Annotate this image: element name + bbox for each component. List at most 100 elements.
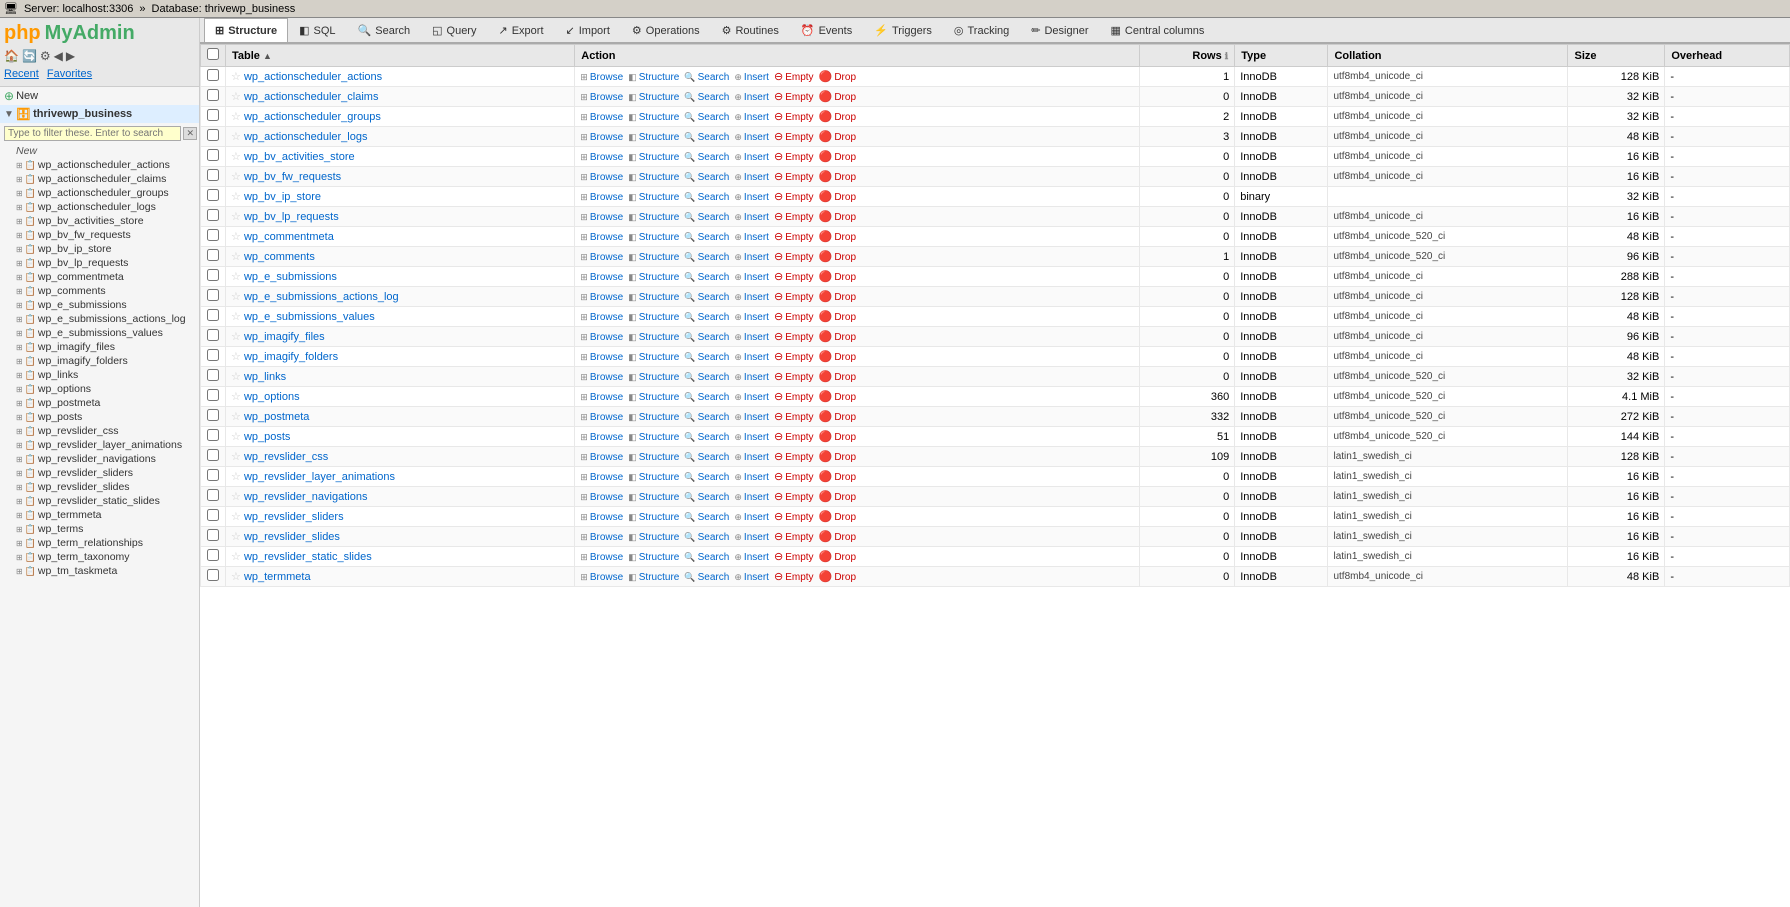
sidebar-table-item[interactable]: ⊞ 📋 wp_e_submissions_values xyxy=(0,326,199,340)
browse-link[interactable]: Browse xyxy=(590,232,623,243)
drop-link[interactable]: Drop xyxy=(834,252,856,263)
row-checkbox-cell[interactable] xyxy=(201,327,226,347)
star-icon[interactable]: ☆ xyxy=(231,231,241,243)
browse-link[interactable]: Browse xyxy=(590,132,623,143)
table-name-link[interactable]: wp_revslider_static_slides xyxy=(244,551,372,563)
table-name-link[interactable]: wp_revslider_css xyxy=(244,451,328,463)
insert-link[interactable]: Insert xyxy=(744,232,769,243)
drop-link[interactable]: Drop xyxy=(834,432,856,443)
sidebar-table-item[interactable]: ⊞ 📋 wp_tm_taskmeta xyxy=(0,564,199,578)
sidebar-table-item[interactable]: ⊞ 📋 wp_comments xyxy=(0,284,199,298)
drop-link[interactable]: Drop xyxy=(834,192,856,203)
reload-icon[interactable]: 🔄 xyxy=(22,49,37,63)
star-icon[interactable]: ☆ xyxy=(231,391,241,403)
table-name-link[interactable]: wp_commentmeta xyxy=(244,231,334,243)
table-name-link[interactable]: wp_bv_fw_requests xyxy=(244,171,341,183)
row-checkbox-cell[interactable] xyxy=(201,307,226,327)
sidebar-table-item[interactable]: ⊞ 📋 wp_term_taxonomy xyxy=(0,550,199,564)
drop-link[interactable]: Drop xyxy=(834,332,856,343)
filter-input[interactable] xyxy=(4,126,181,141)
tab-sql[interactable]: ◧ SQL xyxy=(288,18,346,42)
insert-link[interactable]: Insert xyxy=(744,512,769,523)
sidebar-table-item[interactable]: ⊞ 📋 wp_termmeta xyxy=(0,508,199,522)
search-link[interactable]: Search xyxy=(698,292,730,303)
structure-link[interactable]: Structure xyxy=(639,152,680,163)
search-link[interactable]: Search xyxy=(698,532,730,543)
row-checkbox-cell[interactable] xyxy=(201,447,226,467)
sidebar-table-item[interactable]: ⊞ 📋 wp_revslider_slides xyxy=(0,480,199,494)
browse-link[interactable]: Browse xyxy=(590,272,623,283)
star-icon[interactable]: ☆ xyxy=(231,551,241,563)
search-link[interactable]: Search xyxy=(698,412,730,423)
drop-link[interactable]: Drop xyxy=(834,512,856,523)
browse-link[interactable]: Browse xyxy=(590,112,623,123)
star-icon[interactable]: ☆ xyxy=(231,211,241,223)
tab-import[interactable]: ↙ Import xyxy=(555,18,621,42)
row-checkbox[interactable] xyxy=(207,269,219,281)
search-link[interactable]: Search xyxy=(698,232,730,243)
table-name-link[interactable]: wp_options xyxy=(244,391,300,403)
sidebar-table-item[interactable]: ⊞ 📋 wp_options xyxy=(0,382,199,396)
row-checkbox[interactable] xyxy=(207,289,219,301)
favorites-link[interactable]: Favorites xyxy=(47,68,92,80)
empty-link[interactable]: Empty xyxy=(785,192,813,203)
empty-link[interactable]: Empty xyxy=(785,492,813,503)
sidebar-table-item[interactable]: ⊞ 📋 wp_commentmeta xyxy=(0,270,199,284)
empty-link[interactable]: Empty xyxy=(785,372,813,383)
tab-triggers[interactable]: ⚡ Triggers xyxy=(863,18,943,42)
sidebar-table-item[interactable]: ⊞ 📋 wp_imagify_files xyxy=(0,340,199,354)
drop-link[interactable]: Drop xyxy=(834,372,856,383)
structure-link[interactable]: Structure xyxy=(639,452,680,463)
sidebar-table-item[interactable]: ⊞ 📋 wp_links xyxy=(0,368,199,382)
row-checkbox[interactable] xyxy=(207,369,219,381)
tab-events[interactable]: ⏰ Events xyxy=(790,18,863,42)
empty-link[interactable]: Empty xyxy=(785,272,813,283)
insert-link[interactable]: Insert xyxy=(744,272,769,283)
browse-link[interactable]: Browse xyxy=(590,412,623,423)
search-link[interactable]: Search xyxy=(698,472,730,483)
insert-link[interactable]: Insert xyxy=(744,552,769,563)
row-checkbox[interactable] xyxy=(207,149,219,161)
row-checkbox-cell[interactable] xyxy=(201,287,226,307)
drop-link[interactable]: Drop xyxy=(834,92,856,103)
empty-link[interactable]: Empty xyxy=(785,432,813,443)
star-icon[interactable]: ☆ xyxy=(231,531,241,543)
col-rows-header[interactable]: Rows ℹ xyxy=(1139,45,1234,67)
search-link[interactable]: Search xyxy=(698,512,730,523)
row-checkbox-cell[interactable] xyxy=(201,367,226,387)
table-name-link[interactable]: wp_posts xyxy=(244,431,290,443)
insert-link[interactable]: Insert xyxy=(744,412,769,423)
row-checkbox[interactable] xyxy=(207,209,219,221)
row-checkbox-cell[interactable] xyxy=(201,207,226,227)
structure-link[interactable]: Structure xyxy=(639,532,680,543)
row-checkbox[interactable] xyxy=(207,229,219,241)
structure-link[interactable]: Structure xyxy=(639,552,680,563)
browse-link[interactable]: Browse xyxy=(590,552,623,563)
drop-link[interactable]: Drop xyxy=(834,72,856,83)
insert-link[interactable]: Insert xyxy=(744,112,769,123)
insert-link[interactable]: Insert xyxy=(744,572,769,583)
table-name-link[interactable]: wp_imagify_folders xyxy=(244,351,338,363)
sidebar-table-item[interactable]: ⊞ 📋 wp_revslider_layer_animations xyxy=(0,438,199,452)
insert-link[interactable]: Insert xyxy=(744,432,769,443)
sidebar-table-item[interactable]: ⊞ 📋 wp_bv_activities_store xyxy=(0,214,199,228)
browse-link[interactable]: Browse xyxy=(590,512,623,523)
insert-link[interactable]: Insert xyxy=(744,172,769,183)
star-icon[interactable]: ☆ xyxy=(231,411,241,423)
empty-link[interactable]: Empty xyxy=(785,72,813,83)
browse-link[interactable]: Browse xyxy=(590,332,623,343)
table-name-link[interactable]: wp_links xyxy=(244,371,286,383)
empty-link[interactable]: Empty xyxy=(785,392,813,403)
insert-link[interactable]: Insert xyxy=(744,372,769,383)
browse-link[interactable]: Browse xyxy=(590,212,623,223)
row-checkbox-cell[interactable] xyxy=(201,427,226,447)
star-icon[interactable]: ☆ xyxy=(231,91,241,103)
row-checkbox-cell[interactable] xyxy=(201,347,226,367)
insert-link[interactable]: Insert xyxy=(744,312,769,323)
table-name-link[interactable]: wp_termmeta xyxy=(244,571,311,583)
search-link[interactable]: Search xyxy=(698,152,730,163)
structure-link[interactable]: Structure xyxy=(639,212,680,223)
structure-link[interactable]: Structure xyxy=(639,392,680,403)
sidebar-table-item[interactable]: ⊞ 📋 wp_posts xyxy=(0,410,199,424)
row-checkbox-cell[interactable] xyxy=(201,387,226,407)
